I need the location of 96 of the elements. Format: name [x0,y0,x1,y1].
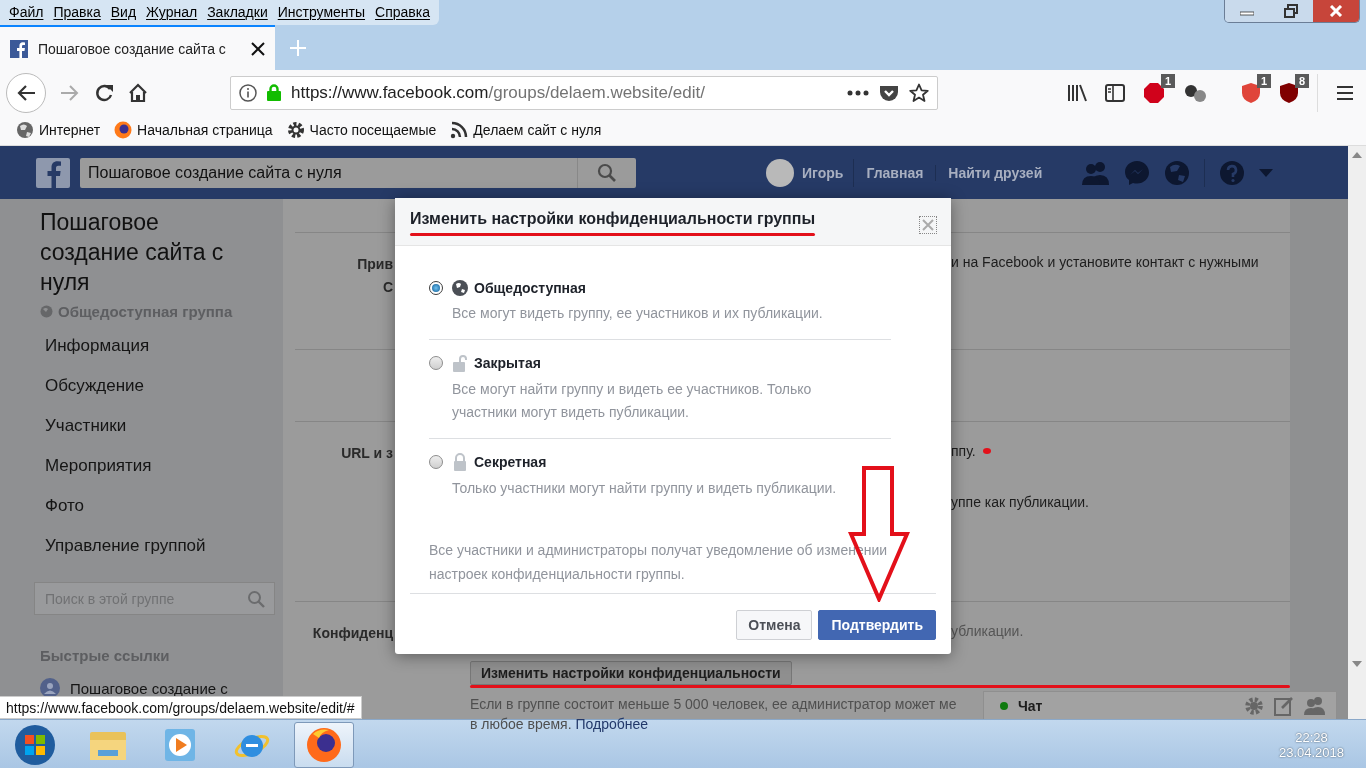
menu-item[interactable]: Инструменты [272,0,371,25]
setting-text: ппу. [951,443,976,459]
close-button[interactable] [919,216,937,234]
confirm-button[interactable]: Подтвердить [818,610,936,640]
user-name[interactable]: Игорь [802,164,844,181]
menu-item[interactable]: Закладки [202,0,273,25]
pocket-icon[interactable] [879,83,899,102]
status-url: https://www.facebook.com/groups/delaem.website/edit/# [0,696,362,719]
close-icon [922,219,934,231]
sidebar-item[interactable]: Обсуждение [45,366,283,406]
firefox-icon[interactable] [305,725,343,764]
back-arrow-icon [16,83,36,102]
setting-note: в любое время. Подробнее [470,715,649,734]
home-icon[interactable] [128,82,148,103]
reload-icon[interactable] [94,82,114,103]
change-privacy-button[interactable]: Изменить настройки конфиденциальности [470,661,792,685]
setting-label: URL и з [340,444,393,463]
stop-sign-icon[interactable] [1143,81,1165,104]
radio-button[interactable] [429,455,443,469]
browser-tab[interactable]: Пошаговое создание сайта с [0,25,275,70]
count-badge: 1 [1256,73,1271,88]
back-button[interactable] [6,72,46,113]
dot-mark [983,448,991,454]
sidebar-item[interactable]: Мероприятия [45,446,283,486]
menu-item[interactable]: Справка [370,0,435,25]
sidebar-item[interactable]: Участники [45,406,283,446]
info-icon[interactable] [239,83,257,102]
f-logo-icon [10,39,28,58]
close-icon [1329,5,1343,17]
option-label[interactable]: Общедоступная [474,280,587,296]
bookmark-item[interactable]: Часто посещаемые [286,121,437,139]
rss-icon[interactable] [450,121,469,139]
clock-time: 22:28 [1295,729,1328,745]
padlock-icon [267,84,281,101]
star-icon[interactable] [909,82,929,103]
sidebar-item[interactable]: Фото [45,486,283,526]
option-description: Все могут видеть группу, ее участников и их публикации. [452,304,824,323]
setting-text: убликации. [951,623,1024,639]
count-badge: 1 [1160,73,1175,88]
address-bar[interactable]: https://www.facebook.com/groups/delaem.website/edit/ [230,75,938,110]
globe-icon [452,280,468,296]
library-icon[interactable] [1067,83,1087,102]
bookmark-item[interactable]: Делаем сайт с нуля [450,121,602,139]
restore-button[interactable] [1269,0,1313,22]
setting-label: Прив [356,255,393,274]
cancel-button[interactable]: Отмена [736,610,813,640]
setting-text: и на Facebook и установите контакт с нужными [951,254,1259,270]
dialog-title: Изменить настройки конфиденциальности группы [410,210,816,228]
padlock-icon [452,453,468,471]
header-link[interactable]: Главная [854,164,937,181]
gear-icon[interactable] [286,121,305,139]
play-icon[interactable] [163,726,197,763]
start-orb-icon[interactable] [14,723,56,766]
menu-icon[interactable] [1336,84,1354,101]
sidebar-item[interactable]: Информация [45,326,283,366]
radio-button[interactable] [429,281,443,295]
search-button[interactable] [577,157,636,188]
globe-icon[interactable] [16,121,34,139]
option-label[interactable]: Закрытая [474,355,541,371]
count-badge: 8 [1294,73,1309,88]
restore-icon [1284,4,1298,18]
search-field[interactable]: Пошаговое создание сайта с нуля [80,157,577,188]
header-link[interactable]: Найти друзей [936,164,1055,181]
setting-label: С [381,278,393,297]
menu-item[interactable]: Журнал [141,0,203,25]
menu-item[interactable]: Правка [48,0,106,25]
setting-label: Конфиденц [311,624,393,643]
globe-icon [40,305,53,318]
unlocked-padlock-icon [452,354,468,372]
radio-button[interactable] [429,356,443,370]
more-icon[interactable] [847,89,869,96]
bookmark-item[interactable]: Начальная страница [114,121,273,139]
avatar[interactable] [766,158,794,187]
learn-more-link[interactable]: Подробнее [575,716,649,732]
sidebar-item[interactable]: Управление группой [45,526,283,566]
option-description: Только участники могут найти группу и видеть публикации. [452,479,838,498]
firefox-icon[interactable] [114,121,133,139]
option-description: Все могут найти группу и видеть ее участников. Только участники могут видеть публикации. [452,380,813,422]
option-label[interactable]: Секретная [474,454,547,470]
clock-date: 23.04.2018 [1278,744,1344,760]
bookmark-item[interactable]: Интернет [16,121,101,139]
menu-item[interactable]: Файл [4,0,49,25]
group-title: Пошаговое создание сайта с нуля [40,208,225,297]
menu-item[interactable]: Вид [105,0,142,25]
quick-link[interactable]: Пошаговое создание с [70,679,228,697]
sidebar-icon[interactable] [1105,83,1125,102]
close-button[interactable] [1313,0,1359,22]
shield-icon[interactable] [1279,81,1299,104]
search-icon[interactable] [597,162,617,183]
setting-text: уппе как публикации. [951,494,1089,510]
taskbar-button[interactable] [294,721,354,768]
scroll-up-icon[interactable] [1352,152,1362,158]
close-icon[interactable] [251,41,265,56]
shield-icon[interactable] [1241,81,1261,104]
scroll-down-icon[interactable] [1352,661,1362,667]
setting-note: Если в группе состоит меньше 5 000 человек, ее администратор может ме [470,695,957,714]
